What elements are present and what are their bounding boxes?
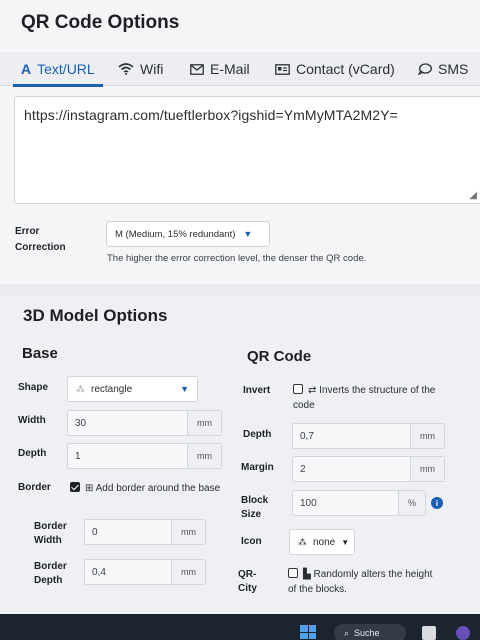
base-heading: Base: [22, 345, 58, 362]
icon-value: none: [313, 536, 336, 548]
city-icon: ▙: [303, 569, 311, 580]
margin-unit: mm: [410, 457, 444, 481]
resize-handle-icon[interactable]: ◢: [469, 190, 477, 201]
error-correction-help: The higher the error correction level, t…: [107, 253, 367, 264]
width-input[interactable]: 30 mm: [67, 410, 222, 436]
app-icon[interactable]: [422, 626, 436, 640]
qr-city-checkbox[interactable]: ▙ Randomly alters the height of the bloc…: [288, 567, 463, 597]
invert-checkbox[interactable]: ⇄ Inverts the structure of the code: [293, 383, 463, 413]
shape-label: Shape: [18, 382, 49, 393]
windows-start-icon[interactable]: [300, 625, 316, 639]
qr-depth-value: 0,7: [300, 431, 314, 442]
border-width-input[interactable]: 0 mm: [84, 519, 206, 545]
model-options-title: 3D Model Options: [23, 306, 168, 325]
info-icon[interactable]: i: [431, 497, 443, 509]
error-correction-label: Error Correction: [15, 226, 66, 253]
block-size-value: 100: [300, 498, 317, 509]
app-icon[interactable]: [456, 626, 470, 640]
tab-text-url[interactable]: A Text/URL: [13, 52, 103, 87]
width-unit: mm: [187, 411, 221, 435]
search-icon: ⌕: [344, 627, 350, 638]
invert-label: Invert: [243, 385, 271, 396]
checkbox-checked-icon[interactable]: [70, 482, 80, 492]
tab-sms[interactable]: SMS: [418, 52, 468, 86]
tab-label: E-Mail: [210, 61, 250, 77]
depth-label: Depth: [18, 448, 47, 459]
border-label: Border: [18, 482, 51, 493]
tab-label: Wifi: [140, 61, 164, 77]
base-depth-input[interactable]: 1 mm: [67, 443, 222, 469]
shape-select[interactable]: ⁂ rectangle ▼: [67, 376, 198, 402]
border-depth-unit: mm: [171, 560, 205, 584]
checkbox-unchecked-icon[interactable]: [288, 568, 298, 578]
tab-wifi[interactable]: Wifi: [118, 52, 163, 86]
qr-type-tabs: A Text/URL Wifi E-Mail Contact (vCard) S…: [0, 52, 480, 87]
width-label: Width: [18, 415, 46, 426]
depth-value: 1: [75, 451, 81, 462]
width-value: 30: [75, 418, 87, 429]
qr-code-heading: QR Code: [247, 348, 312, 365]
tab-label: Text/URL: [37, 61, 95, 77]
qr-city-label: QR- City: [238, 569, 257, 594]
block-size-label: Block Size: [241, 495, 269, 520]
qr-text-value: https://instagram.com/tueftlerbox?igshid…: [24, 107, 398, 123]
search-label: Suche: [354, 628, 380, 638]
qr-text-input[interactable]: https://instagram.com/tueftlerbox?igshid…: [14, 96, 480, 204]
qr-depth-unit: mm: [410, 424, 444, 448]
qr-depth-input[interactable]: 0,7 mm: [292, 423, 445, 449]
chevron-down-icon: ▼: [180, 384, 189, 394]
shape-value: rectangle: [91, 383, 133, 395]
icon-label: Icon: [241, 536, 262, 547]
checkbox-unchecked-icon[interactable]: [293, 384, 303, 394]
depth-unit: mm: [187, 444, 221, 468]
swap-icon: ⇄: [308, 385, 317, 396]
tab-email[interactable]: E-Mail: [190, 52, 250, 86]
border-grid-icon: ⊞: [85, 483, 94, 494]
qr-code-options-card: QR Code Options A Text/URL Wifi E-Mail C…: [0, 0, 480, 284]
contact-card-icon: [275, 63, 290, 75]
error-correction-value: M (Medium, 15% redundant): [115, 228, 236, 240]
chevron-down-icon: ▼: [243, 229, 253, 239]
border-width-label: Border Width: [34, 521, 67, 546]
tab-contact-vcard[interactable]: Contact (vCard): [275, 52, 395, 86]
qr-depth-label: Depth: [243, 429, 272, 440]
taskbar: ⌕ Suche: [0, 614, 480, 640]
icons-icon: ⁂: [298, 536, 307, 547]
border-depth-value: 0,4: [92, 567, 106, 578]
text-icon: A: [21, 61, 32, 77]
tab-label: SMS: [438, 61, 469, 77]
error-correction-select[interactable]: M (Medium, 15% redundant) ▼: [106, 221, 270, 247]
border-width-unit: mm: [171, 520, 205, 544]
margin-label: Margin: [241, 462, 274, 473]
border-depth-label: Border Depth: [34, 561, 67, 586]
icon-select[interactable]: ⁂ none ▼: [289, 529, 355, 555]
mail-icon: [190, 63, 204, 75]
block-size-unit: %: [397, 491, 425, 515]
wifi-icon: [118, 63, 134, 75]
shapes-icon: ⁂: [76, 383, 85, 394]
tab-label: Contact (vCard): [296, 61, 395, 77]
chevron-down-icon: ▼: [341, 537, 350, 547]
qr-options-title: QR Code Options: [21, 12, 180, 33]
block-size-input[interactable]: 100 %: [292, 490, 426, 516]
border-depth-input[interactable]: 0,4 mm: [84, 559, 206, 585]
border-checkbox[interactable]: ⊞ Add border around the base: [70, 481, 220, 496]
border-width-value: 0: [92, 527, 98, 538]
margin-input[interactable]: 2 mm: [292, 456, 445, 482]
chat-bubble-icon: [418, 63, 432, 75]
margin-value: 2: [300, 464, 306, 475]
border-text: Add border around the base: [95, 483, 221, 494]
model-options-card: 3D Model Options Base QR Code Shape ⁂ re…: [0, 296, 480, 614]
taskbar-search[interactable]: ⌕ Suche: [334, 624, 406, 640]
